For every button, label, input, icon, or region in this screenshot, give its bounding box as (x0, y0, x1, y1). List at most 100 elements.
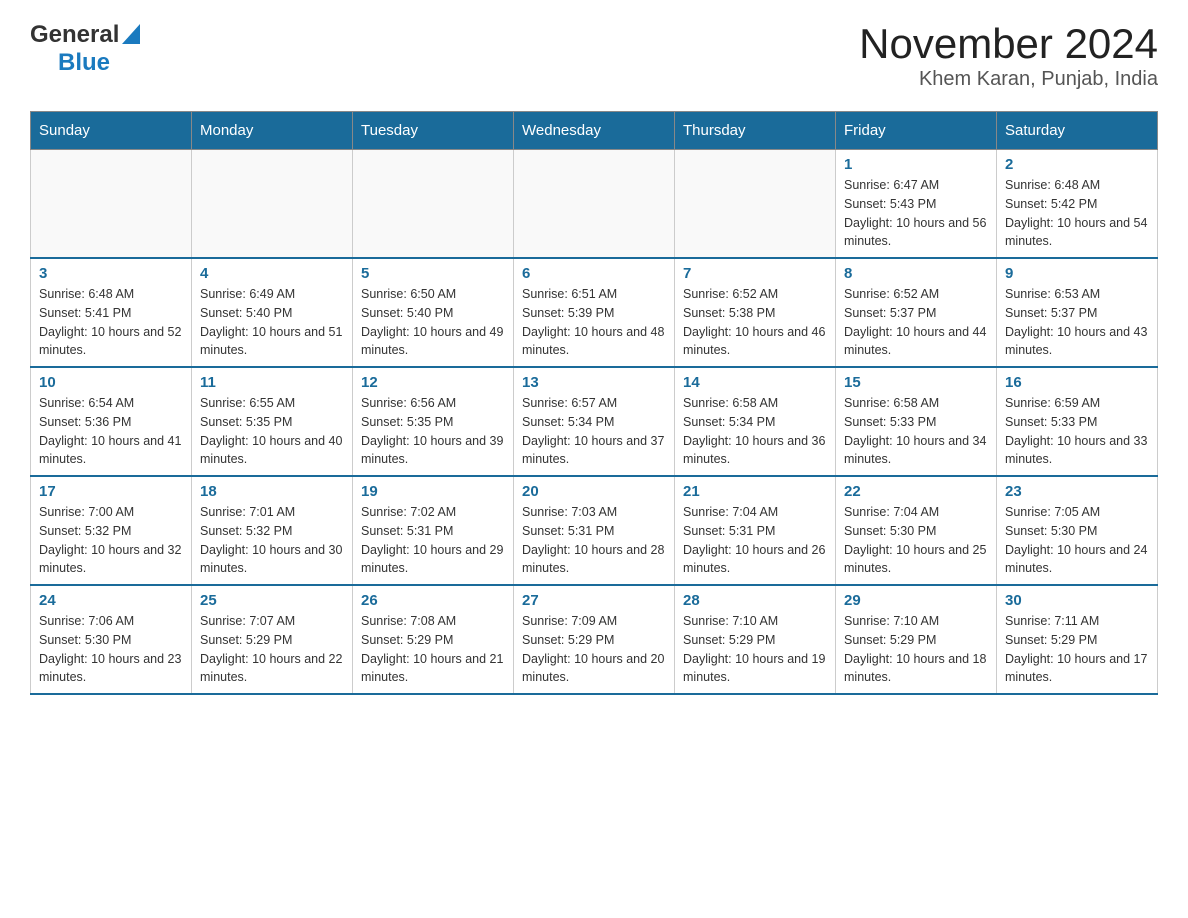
logo-general-text: General (30, 21, 119, 49)
day-info: Sunrise: 6:56 AMSunset: 5:35 PMDaylight:… (361, 394, 505, 469)
day-info: Sunrise: 6:52 AMSunset: 5:37 PMDaylight:… (844, 285, 988, 360)
day-info: Sunrise: 6:59 AMSunset: 5:33 PMDaylight:… (1005, 394, 1149, 469)
calendar-cell: 6 Sunrise: 6:51 AMSunset: 5:39 PMDaylight… (514, 258, 675, 367)
calendar-cell: 15Sunrise: 6:58 AMSunset: 5:33 PMDayligh… (836, 367, 997, 476)
calendar-week-row: 3 Sunrise: 6:48 AMSunset: 5:41 PMDaylight… (31, 258, 1158, 367)
day-number: 22 (844, 483, 988, 500)
day-info: Sunrise: 7:05 AMSunset: 5:30 PMDaylight:… (1005, 503, 1149, 578)
day-info: Sunrise: 7:02 AMSunset: 5:31 PMDaylight:… (361, 503, 505, 578)
calendar-week-row: 10Sunrise: 6:54 AMSunset: 5:36 PMDayligh… (31, 367, 1158, 476)
calendar-cell: 20Sunrise: 7:03 AMSunset: 5:31 PMDayligh… (514, 476, 675, 585)
calendar-cell: 10Sunrise: 6:54 AMSunset: 5:36 PMDayligh… (31, 367, 192, 476)
day-info: Sunrise: 7:03 AMSunset: 5:31 PMDaylight:… (522, 503, 666, 578)
day-number: 6 (522, 265, 666, 282)
calendar-cell: 19 Sunrise: 7:02 AMSunset: 5:31 PMDayligh… (353, 476, 514, 585)
day-info: Sunrise: 7:00 AMSunset: 5:32 PMDaylight:… (39, 503, 183, 578)
day-info: Sunrise: 6:55 AMSunset: 5:35 PMDaylight:… (200, 394, 344, 469)
day-number: 16 (1005, 374, 1149, 391)
calendar-cell: 30 Sunrise: 7:11 AMSunset: 5:29 PMDayligh… (997, 585, 1158, 694)
calendar-week-row: 24 Sunrise: 7:06 AMSunset: 5:30 PMDayligh… (31, 585, 1158, 694)
day-number: 14 (683, 374, 827, 391)
day-number: 3 (39, 265, 183, 282)
day-number: 24 (39, 592, 183, 609)
weekday-header-monday: Monday (192, 112, 353, 150)
day-number: 30 (1005, 592, 1149, 609)
day-info: Sunrise: 7:06 AMSunset: 5:30 PMDaylight:… (39, 612, 183, 687)
day-info: Sunrise: 6:52 AMSunset: 5:38 PMDaylight:… (683, 285, 827, 360)
day-info: Sunrise: 6:53 AMSunset: 5:37 PMDaylight:… (1005, 285, 1149, 360)
day-number: 4 (200, 265, 344, 282)
day-number: 15 (844, 374, 988, 391)
day-number: 1 (844, 156, 988, 173)
calendar-cell: 16 Sunrise: 6:59 AMSunset: 5:33 PMDayligh… (997, 367, 1158, 476)
calendar-cell: 7 Sunrise: 6:52 AMSunset: 5:38 PMDaylight… (675, 258, 836, 367)
logo-triangle-icon (122, 24, 140, 49)
day-number: 23 (1005, 483, 1149, 500)
calendar-cell: 29 Sunrise: 7:10 AMSunset: 5:29 PMDayligh… (836, 585, 997, 694)
day-info: Sunrise: 7:08 AMSunset: 5:29 PMDaylight:… (361, 612, 505, 687)
day-info: Sunrise: 7:01 AMSunset: 5:32 PMDaylight:… (200, 503, 344, 578)
logo: General Blue (30, 20, 140, 77)
day-number: 13 (522, 374, 666, 391)
day-info: Sunrise: 7:10 AMSunset: 5:29 PMDaylight:… (844, 612, 988, 687)
calendar-cell (514, 150, 675, 259)
calendar-cell: 13 Sunrise: 6:57 AMSunset: 5:34 PMDayligh… (514, 367, 675, 476)
calendar-week-row: 1 Sunrise: 6:47 AMSunset: 5:43 PMDaylight… (31, 150, 1158, 259)
day-info: Sunrise: 6:48 AMSunset: 5:41 PMDaylight:… (39, 285, 183, 360)
day-number: 8 (844, 265, 988, 282)
calendar-cell: 28 Sunrise: 7:10 AMSunset: 5:29 PMDayligh… (675, 585, 836, 694)
day-info: Sunrise: 6:54 AMSunset: 5:36 PMDaylight:… (39, 394, 183, 469)
day-info: Sunrise: 6:48 AMSunset: 5:42 PMDaylight:… (1005, 176, 1149, 251)
day-number: 7 (683, 265, 827, 282)
day-info: Sunrise: 7:11 AMSunset: 5:29 PMDaylight:… (1005, 612, 1149, 687)
weekday-header-wednesday: Wednesday (514, 112, 675, 150)
day-number: 29 (844, 592, 988, 609)
calendar-cell: 9Sunrise: 6:53 AMSunset: 5:37 PMDaylight… (997, 258, 1158, 367)
calendar-cell (353, 150, 514, 259)
day-number: 12 (361, 374, 505, 391)
calendar-cell: 11 Sunrise: 6:55 AMSunset: 5:35 PMDayligh… (192, 367, 353, 476)
day-number: 27 (522, 592, 666, 609)
calendar-cell: 5 Sunrise: 6:50 AMSunset: 5:40 PMDaylight… (353, 258, 514, 367)
weekday-header-thursday: Thursday (675, 112, 836, 150)
day-number: 18 (200, 483, 344, 500)
calendar-table: SundayMondayTuesdayWednesdayThursdayFrid… (30, 111, 1158, 695)
weekday-header-sunday: Sunday (31, 112, 192, 150)
title-block: November 2024 Khem Karan, Punjab, India (859, 20, 1158, 91)
page-header: General Blue November 2024 Khem Karan, P… (30, 20, 1158, 91)
calendar-cell: 3 Sunrise: 6:48 AMSunset: 5:41 PMDaylight… (31, 258, 192, 367)
day-number: 2 (1005, 156, 1149, 173)
day-info: Sunrise: 6:47 AMSunset: 5:43 PMDaylight:… (844, 176, 988, 251)
day-info: Sunrise: 7:09 AMSunset: 5:29 PMDaylight:… (522, 612, 666, 687)
day-number: 19 (361, 483, 505, 500)
calendar-cell: 18 Sunrise: 7:01 AMSunset: 5:32 PMDayligh… (192, 476, 353, 585)
weekday-header-friday: Friday (836, 112, 997, 150)
day-number: 25 (200, 592, 344, 609)
day-number: 28 (683, 592, 827, 609)
calendar-cell: 22 Sunrise: 7:04 AMSunset: 5:30 PMDayligh… (836, 476, 997, 585)
day-info: Sunrise: 7:04 AMSunset: 5:31 PMDaylight:… (683, 503, 827, 578)
calendar-cell: 12 Sunrise: 6:56 AMSunset: 5:35 PMDayligh… (353, 367, 514, 476)
day-info: Sunrise: 6:57 AMSunset: 5:34 PMDaylight:… (522, 394, 666, 469)
weekday-header-tuesday: Tuesday (353, 112, 514, 150)
calendar-cell: 1 Sunrise: 6:47 AMSunset: 5:43 PMDaylight… (836, 150, 997, 259)
calendar-cell: 27 Sunrise: 7:09 AMSunset: 5:29 PMDayligh… (514, 585, 675, 694)
day-info: Sunrise: 6:51 AMSunset: 5:39 PMDaylight:… (522, 285, 666, 360)
calendar-cell: 8 Sunrise: 6:52 AMSunset: 5:37 PMDaylight… (836, 258, 997, 367)
day-info: Sunrise: 7:07 AMSunset: 5:29 PMDaylight:… (200, 612, 344, 687)
calendar-title: November 2024 (859, 20, 1158, 68)
calendar-cell: 25 Sunrise: 7:07 AMSunset: 5:29 PMDayligh… (192, 585, 353, 694)
day-number: 17 (39, 483, 183, 500)
calendar-cell: 4Sunrise: 6:49 AMSunset: 5:40 PMDaylight… (192, 258, 353, 367)
calendar-cell: 26Sunrise: 7:08 AMSunset: 5:29 PMDayligh… (353, 585, 514, 694)
calendar-cell: 21Sunrise: 7:04 AMSunset: 5:31 PMDayligh… (675, 476, 836, 585)
day-info: Sunrise: 6:50 AMSunset: 5:40 PMDaylight:… (361, 285, 505, 360)
logo-blue-text: Blue (58, 49, 110, 76)
calendar-week-row: 17 Sunrise: 7:00 AMSunset: 5:32 PMDayligh… (31, 476, 1158, 585)
day-number: 11 (200, 374, 344, 391)
day-number: 5 (361, 265, 505, 282)
calendar-subtitle: Khem Karan, Punjab, India (859, 68, 1158, 91)
weekday-header-saturday: Saturday (997, 112, 1158, 150)
day-info: Sunrise: 7:10 AMSunset: 5:29 PMDaylight:… (683, 612, 827, 687)
day-info: Sunrise: 7:04 AMSunset: 5:30 PMDaylight:… (844, 503, 988, 578)
